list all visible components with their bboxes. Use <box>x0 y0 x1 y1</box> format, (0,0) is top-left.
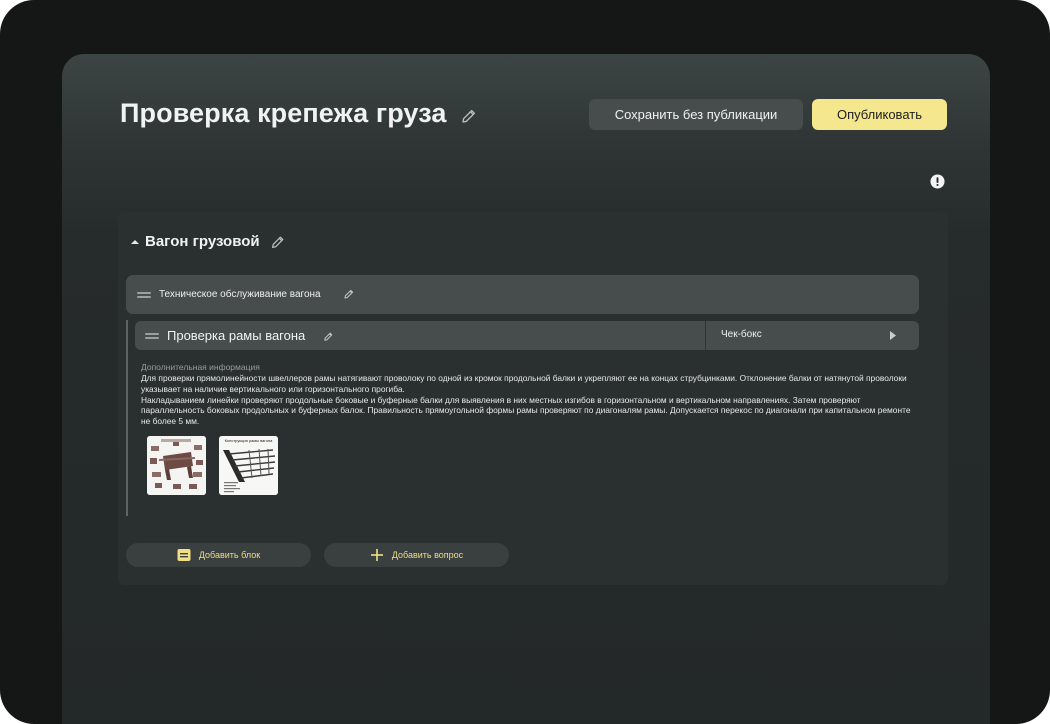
caret-right-icon[interactable] <box>890 331 896 340</box>
drag-handle-icon[interactable] <box>145 333 159 339</box>
question-label: Проверка рамы вагона <box>167 328 306 343</box>
extra-info-text: Для проверки прямолинейности швеллеров р… <box>141 373 911 427</box>
editor-screen: Проверка крепежа груза Сохранить без пуб… <box>62 54 990 724</box>
publish-button[interactable]: Опубликовать <box>812 99 947 130</box>
device-frame: Проверка крепежа груза Сохранить без пуб… <box>0 0 1050 724</box>
page-title: Проверка крепежа груза <box>120 98 447 128</box>
add-question-label: Добавить вопрос <box>391 550 464 560</box>
question-type-select[interactable]: Чек-бокс <box>721 329 762 340</box>
question-row[interactable]: Проверка рамы вагона Чек-бокс <box>135 321 919 350</box>
plus-icon <box>370 549 383 561</box>
attachment-thumbnail[interactable]: Конструкция рамы вагона <box>219 436 278 495</box>
pencil-icon[interactable] <box>343 288 355 300</box>
section-panel: Вагон грузовой Техническое обслуживание … <box>118 212 948 585</box>
thumbnail-caption: Конструкция рамы вагона <box>224 438 273 443</box>
block-row[interactable]: Техническое обслуживание вагона <box>126 275 919 314</box>
extra-info-label: Дополнительная информация <box>141 362 260 372</box>
attachment-thumbnail[interactable] <box>147 436 206 495</box>
add-block-button[interactable]: Добавить блок <box>126 543 311 567</box>
pencil-icon[interactable] <box>270 234 286 250</box>
frame-parts-image <box>147 436 206 495</box>
question-divider <box>705 321 706 350</box>
block-icon <box>177 549 191 561</box>
block-label: Техническое обслуживание вагона <box>159 289 321 300</box>
info-icon[interactable] <box>930 174 945 189</box>
block-tree-line <box>126 320 128 516</box>
pencil-icon[interactable] <box>460 107 478 125</box>
pencil-icon[interactable] <box>323 331 334 342</box>
save-draft-button[interactable]: Сохранить без публикации <box>589 99 803 130</box>
add-block-label: Добавить блок <box>198 550 261 560</box>
drag-handle-icon[interactable] <box>137 292 151 298</box>
section-title: Вагон грузовой <box>145 233 260 250</box>
frame-diagram-image <box>219 436 278 495</box>
caret-up-icon[interactable] <box>131 239 139 245</box>
add-question-button[interactable]: Добавить вопрос <box>324 543 509 567</box>
